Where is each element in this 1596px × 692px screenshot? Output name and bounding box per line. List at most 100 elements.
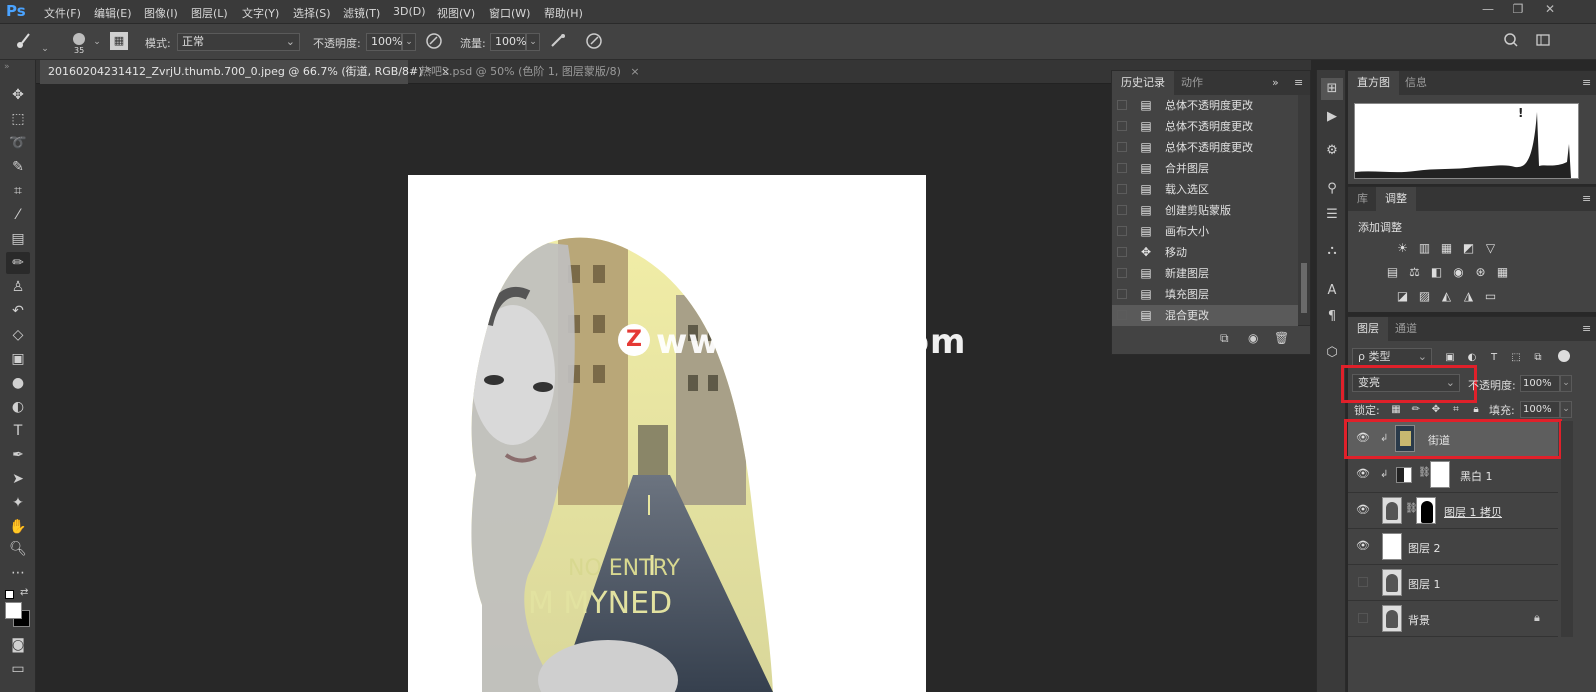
history-scrollbar[interactable] bbox=[1298, 95, 1310, 325]
layer-row-background[interactable]: 背景 🔒︎ bbox=[1348, 601, 1558, 637]
filter-smart-object-icon[interactable]: ⧉ bbox=[1532, 352, 1544, 364]
layers-scrollbar[interactable] bbox=[1561, 421, 1573, 637]
history-snapshot-checkbox[interactable] bbox=[1117, 226, 1127, 236]
history-item[interactable]: ▤ 总体不透明度更改 bbox=[1112, 116, 1298, 137]
close-icon[interactable]: ✕ bbox=[1540, 2, 1560, 20]
eye-icon[interactable]: 👁︎ bbox=[1356, 503, 1370, 517]
layer-name[interactable]: 背景 bbox=[1408, 612, 1430, 628]
path-select-tool-icon[interactable]: ➤ bbox=[6, 468, 30, 490]
threshold-icon[interactable]: ◭ bbox=[1438, 289, 1455, 304]
channel-mixer-icon[interactable]: ⊛ bbox=[1472, 265, 1489, 280]
camera-icon[interactable]: ◉ bbox=[1248, 331, 1258, 345]
chevron-down-icon[interactable]: ⌄ bbox=[526, 33, 540, 51]
tab-histogram[interactable]: 直方图 bbox=[1348, 71, 1399, 95]
history-item[interactable]: ▤ 画布大小 bbox=[1112, 221, 1298, 242]
levels-icon[interactable]: ▥ bbox=[1416, 241, 1433, 256]
screen-mode-icon[interactable]: ▭ bbox=[6, 658, 30, 680]
tab-history[interactable]: 历史记录 bbox=[1112, 71, 1174, 95]
hue-saturation-icon[interactable]: ▤ bbox=[1384, 265, 1401, 280]
invert-icon[interactable]: ◪ bbox=[1394, 289, 1411, 304]
history-item[interactable]: ▤ 载入选区 bbox=[1112, 179, 1298, 200]
vibrance-icon[interactable]: ▽ bbox=[1482, 241, 1499, 256]
tab-adjustments[interactable]: 调整 bbox=[1376, 187, 1416, 211]
panel-menu-icon[interactable]: ≡ bbox=[1582, 76, 1591, 89]
flow-input[interactable]: 100% bbox=[490, 33, 526, 51]
quick-mask-icon[interactable]: ◙ bbox=[6, 634, 30, 656]
tab-document-2[interactable]: 热吧2.psd @ 50% (色阶 1, 图层蒙版/8) × bbox=[412, 60, 648, 84]
chevron-down-icon[interactable]: ⌄ bbox=[402, 33, 416, 51]
collapse-icon[interactable]: » bbox=[4, 62, 10, 72]
curves-icon[interactable]: ▦ bbox=[1438, 241, 1455, 256]
history-snapshot-checkbox[interactable] bbox=[1117, 100, 1127, 110]
brush-tool-icon[interactable]: ✏ bbox=[6, 252, 30, 274]
blend-mode-select[interactable]: 变亮 ⌄ bbox=[1352, 374, 1460, 392]
dodge-tool-icon[interactable]: ◐ bbox=[6, 396, 30, 418]
layer-filter-select[interactable]: ρ 类型 ⌄ bbox=[1352, 348, 1432, 366]
black-white-icon[interactable]: ◧ bbox=[1428, 265, 1445, 280]
tab-channels[interactable]: 通道 bbox=[1386, 317, 1426, 341]
brush-presets-icon[interactable]: ⚲ bbox=[1321, 178, 1343, 200]
zoom-tool-icon[interactable]: 🔍︎ bbox=[6, 538, 30, 560]
filter-pixel-icon[interactable]: ▣ bbox=[1444, 352, 1456, 364]
pressure-size-icon[interactable] bbox=[584, 32, 604, 52]
menu-window[interactable]: 窗口(W) bbox=[489, 5, 530, 21]
history-panel-icon[interactable]: ⊞ bbox=[1321, 78, 1343, 100]
history-snapshot-checkbox[interactable] bbox=[1117, 289, 1127, 299]
marquee-tool-icon[interactable]: ⬚ bbox=[6, 108, 30, 130]
layer-name[interactable]: 图层 1 拷贝 bbox=[1444, 504, 1502, 520]
collapse-icon[interactable]: » bbox=[1272, 76, 1279, 89]
menu-file[interactable]: 文件(F) bbox=[44, 5, 81, 21]
layer-row-layer1[interactable]: 图层 1 bbox=[1348, 565, 1558, 601]
airbrush-icon[interactable] bbox=[548, 32, 568, 52]
more-tools-icon[interactable]: ⋯ bbox=[6, 562, 30, 584]
chevron-down-icon[interactable]: ⌄ bbox=[1560, 375, 1572, 392]
history-snapshot-checkbox[interactable] bbox=[1117, 205, 1127, 215]
filter-toggle-icon[interactable] bbox=[1558, 350, 1570, 362]
layer-mask-thumbnail[interactable] bbox=[1416, 497, 1436, 524]
layer-mask-thumbnail[interactable] bbox=[1430, 461, 1450, 488]
history-snapshot-checkbox[interactable] bbox=[1117, 121, 1127, 131]
panel-menu-icon[interactable]: ≡ bbox=[1294, 76, 1303, 89]
restore-icon[interactable]: ❐ bbox=[1508, 2, 1528, 20]
menu-filter[interactable]: 滤镜(T) bbox=[343, 5, 380, 21]
panel-menu-icon[interactable]: ≡ bbox=[1582, 322, 1591, 335]
history-brush-tool-icon[interactable]: ↶ bbox=[6, 300, 30, 322]
history-snapshot-checkbox[interactable] bbox=[1117, 163, 1127, 173]
quick-select-tool-icon[interactable]: ✎ bbox=[6, 156, 30, 178]
history-snapshot-checkbox[interactable] bbox=[1117, 142, 1127, 152]
history-snapshot-checkbox[interactable] bbox=[1117, 268, 1127, 278]
brush-settings-icon[interactable]: ☰ bbox=[1321, 204, 1343, 226]
brightness-contrast-icon[interactable]: ☀ bbox=[1394, 241, 1411, 256]
photo-filter-icon[interactable]: ◉ bbox=[1450, 265, 1467, 280]
brush-panel-icon[interactable]: ▦ bbox=[110, 32, 128, 50]
default-colors-icon[interactable] bbox=[5, 590, 14, 599]
history-item[interactable]: ▤ 总体不透明度更改 bbox=[1112, 137, 1298, 158]
color-balance-icon[interactable]: ⚖ bbox=[1406, 265, 1423, 280]
histogram-warning-icon[interactable]: ! bbox=[1518, 106, 1523, 120]
chevron-down-icon[interactable]: ⌄ bbox=[1560, 401, 1572, 418]
tab-document-1[interactable]: 20160204231412_ZvrjU.thumb.700_0.jpeg @ … bbox=[40, 60, 450, 84]
brush-tool-icon[interactable] bbox=[14, 32, 34, 52]
paragraph-panel-icon[interactable]: ¶ bbox=[1321, 306, 1343, 328]
lock-position-icon[interactable]: ✥ bbox=[1430, 404, 1442, 416]
history-item[interactable]: ▤ 混合更改 bbox=[1112, 305, 1298, 326]
menu-image[interactable]: 图像(I) bbox=[144, 5, 178, 21]
fill-input[interactable]: 100% bbox=[1520, 401, 1560, 418]
mode-select[interactable]: 正常 ⌄ bbox=[177, 33, 300, 51]
shape-tool-icon[interactable]: ✦ bbox=[6, 492, 30, 514]
new-document-from-state-icon[interactable]: ⧉ bbox=[1220, 331, 1229, 346]
visibility-toggle[interactable] bbox=[1358, 577, 1368, 587]
visibility-toggle[interactable] bbox=[1358, 613, 1368, 623]
posterize-icon[interactable]: ▨ bbox=[1416, 289, 1433, 304]
tab-library[interactable]: 库 bbox=[1348, 187, 1377, 211]
eye-icon[interactable]: 👁︎ bbox=[1356, 539, 1370, 553]
workspace-icon[interactable] bbox=[1533, 32, 1553, 52]
chain-link-icon[interactable]: ⛓ bbox=[1418, 467, 1431, 478]
chevron-down-icon[interactable]: ⌄ bbox=[90, 34, 104, 52]
tab-layers[interactable]: 图层 bbox=[1348, 317, 1388, 341]
eyedropper-tool-icon[interactable]: ⁄ bbox=[6, 204, 30, 226]
history-snapshot-checkbox[interactable] bbox=[1117, 184, 1127, 194]
exposure-icon[interactable]: ◩ bbox=[1460, 241, 1477, 256]
filter-adjustment-icon[interactable]: ◐ bbox=[1466, 352, 1478, 364]
layer-name[interactable]: 图层 2 bbox=[1408, 540, 1441, 556]
